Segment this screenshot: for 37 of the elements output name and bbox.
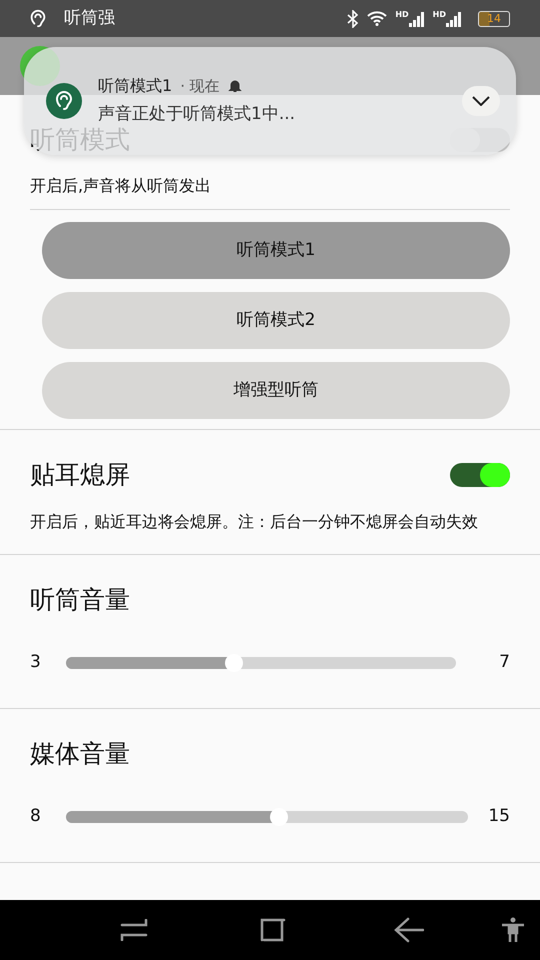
mode-button[interactable]: 听筒模式2 xyxy=(42,292,510,349)
accessibility-icon[interactable] xyxy=(500,917,526,943)
app-notification-icon xyxy=(46,83,82,119)
notification-text: 声音正处于听筒模式1中... xyxy=(98,103,296,126)
bell-icon xyxy=(228,79,242,94)
mode-button[interactable]: 听筒模式1 xyxy=(42,222,510,279)
section-description: 开启后，贴近耳边将会熄屏。注：后台一分钟不熄屏会自动失效 xyxy=(29,511,479,534)
notification-title: 听筒模式1 xyxy=(98,75,172,98)
section-title: 贴耳熄屏 xyxy=(30,458,130,491)
slider-track[interactable] xyxy=(66,811,468,824)
chevron-icon xyxy=(472,96,490,106)
slider-max: 7 xyxy=(498,651,510,674)
notification-time: · 现在 xyxy=(180,76,220,97)
slider-min: 3 xyxy=(30,651,42,674)
slider-track[interactable] xyxy=(66,657,456,670)
section-description: 开启后,声音将从听筒发出 xyxy=(30,174,510,210)
signal-icon xyxy=(408,10,425,26)
ear-icon xyxy=(28,8,48,28)
section-title: 媒体音量 xyxy=(30,738,130,770)
app-title: 听筒强 xyxy=(64,6,115,30)
slider-thumb[interactable] xyxy=(270,808,288,826)
recents-icon[interactable] xyxy=(120,919,148,941)
back-icon[interactable] xyxy=(394,917,424,943)
network-label: HD xyxy=(395,10,409,18)
expand-button[interactable] xyxy=(462,86,500,116)
network-label: HD xyxy=(432,10,446,18)
toggle-switch[interactable] xyxy=(450,462,510,487)
mode-button[interactable]: 增强型听筒 xyxy=(42,362,510,419)
slider-thumb[interactable] xyxy=(224,654,243,672)
home-icon[interactable] xyxy=(258,918,286,942)
wifi-icon xyxy=(367,11,388,26)
bluetooth-icon xyxy=(347,10,360,28)
slider-min: 8 xyxy=(30,805,42,828)
battery-level: 14 xyxy=(487,13,501,24)
section-title: 听筒音量 xyxy=(30,584,130,616)
signal-icon xyxy=(446,10,462,26)
slider-max: 15 xyxy=(487,805,510,828)
